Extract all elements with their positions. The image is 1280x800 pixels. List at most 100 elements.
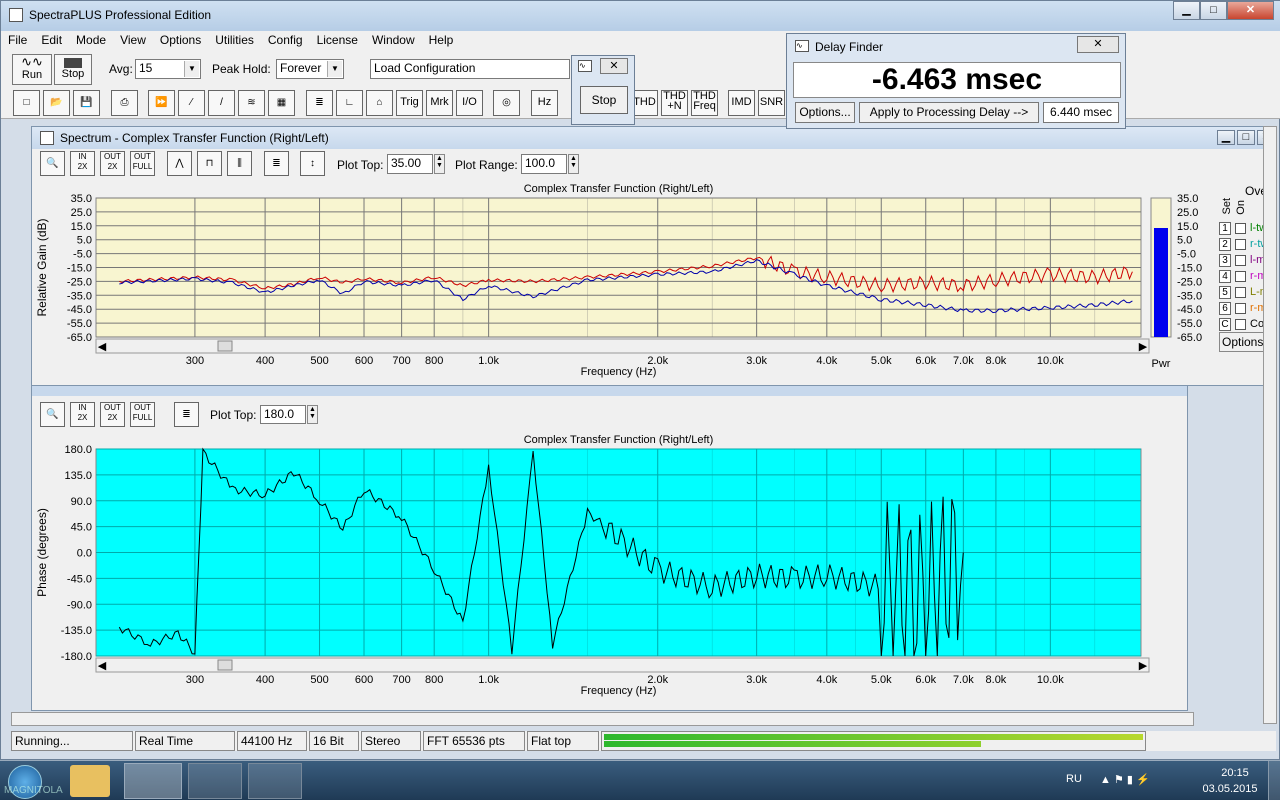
power-label: Pwr <box>1152 358 1171 370</box>
close-icon[interactable]: ✕ <box>1077 36 1119 53</box>
spectrum-ytick-label: -35.0 <box>67 290 92 302</box>
spectrum-chart-title: Complex Transfer Function (Right/Left) <box>524 183 714 195</box>
phase-xtick-label: 800 <box>425 674 443 686</box>
phase-scroll-thumb <box>217 659 233 671</box>
power-tick-label: -35.0 <box>1177 290 1202 302</box>
phase-xtick-label: 500 <box>310 674 328 686</box>
spectrum-xlabel: Frequency (Hz) <box>581 366 657 378</box>
power-bar-fill <box>1154 228 1168 337</box>
spectrum-xtick-label: 800 <box>425 355 443 367</box>
phase-xtick-label: 4.0k <box>816 674 837 686</box>
phase-scroll-left-icon: ◀ <box>98 660 107 672</box>
clock-time[interactable]: 20:15 <box>1205 767 1265 779</box>
spectrum-ytick-label: 35.0 <box>71 193 92 205</box>
phase-xtick-label: 400 <box>256 674 274 686</box>
processing-delay-value: 6.440 msec <box>1043 102 1119 123</box>
spectrum-ytick-label: -15.0 <box>67 263 92 275</box>
spectrum-ytick-label: -65.0 <box>67 332 92 344</box>
delay-finder-dialog: ∿ Delay Finder ✕ -6.463 msec Options... … <box>786 33 1126 129</box>
status-running: Running... <box>11 731 133 751</box>
power-tick-label: -55.0 <box>1177 318 1202 330</box>
spectrum-xtick-label: 7.0k <box>953 355 974 367</box>
clock-date[interactable]: 03.05.2015 <box>1200 783 1260 795</box>
phase-xtick-label: 3.0k <box>746 674 767 686</box>
power-tick-label: -5.0 <box>1177 249 1196 261</box>
taskbar: MAGNITOLA RU ▲ ⚑ ▮ ⚡ 20:15 03.05.2015 <box>0 760 1280 800</box>
spectrum-ytick-label: -55.0 <box>67 318 92 330</box>
power-tick-label: -25.0 <box>1177 276 1202 288</box>
phase-xtick-label: 6.0k <box>915 674 936 686</box>
phase-ytick-label: 135.0 <box>64 470 92 482</box>
power-tick-label: -45.0 <box>1177 304 1202 316</box>
phase-xlabel: Frequency (Hz) <box>581 685 657 697</box>
status-fft: FFT 65536 pts <box>423 731 525 751</box>
status-window: Flat top <box>527 731 599 751</box>
power-tick-label: -15.0 <box>1177 263 1202 275</box>
phase-ytick-label: 45.0 <box>71 522 92 534</box>
spectrum-xtick-label: 8.0k <box>986 355 1007 367</box>
spectrum-xtick-label: 3.0k <box>746 355 767 367</box>
phase-xtick-label: 1.0k <box>478 674 499 686</box>
phase-scrollbar <box>95 657 1150 673</box>
spectrum-xtick-label: 400 <box>256 355 274 367</box>
phase-xtick-label: 600 <box>355 674 373 686</box>
phase-ytick-label: 180.0 <box>64 444 92 456</box>
media-taskbar-button[interactable] <box>188 763 242 799</box>
phase-xtick-label: 5.0k <box>871 674 892 686</box>
level-meter-top <box>604 734 1143 740</box>
spectrum-xtick-label: 1.0k <box>478 355 499 367</box>
phase-ytick-label: 90.0 <box>71 496 92 508</box>
phase-xtick-label: 700 <box>392 674 410 686</box>
status-bar: Running... Real Time 44100 Hz 16 Bit Ste… <box>11 731 1276 751</box>
spectrum-xtick-label: 600 <box>355 355 373 367</box>
spectrum-xtick-label: 10.0k <box>1037 355 1064 367</box>
stop-dialog-button[interactable]: Stop <box>580 86 628 114</box>
spectrum-xtick-label: 4.0k <box>816 355 837 367</box>
spectrum-scroll-thumb <box>217 340 233 352</box>
status-rate: 44100 Hz <box>237 731 307 751</box>
spectrum-xtick-label: 500 <box>310 355 328 367</box>
level-meter <box>601 731 1146 751</box>
status-mode: Real Time <box>135 731 235 751</box>
power-tick-label: 35.0 <box>1177 193 1198 205</box>
main-horizontal-scrollbar[interactable] <box>11 712 1194 726</box>
paint-taskbar-button[interactable] <box>248 763 302 799</box>
phase-ylabel: Phase (degrees) <box>35 508 49 597</box>
spectrum-xtick-label: 6.0k <box>915 355 936 367</box>
watermark-text: MAGNITOLA <box>4 785 63 796</box>
phase-ytick-label: 0.0 <box>77 548 92 560</box>
power-tick-label: -65.0 <box>1177 332 1202 344</box>
phase-ytick-label: -135.0 <box>61 625 92 637</box>
phase-chart-title: Complex Transfer Function (Right/Left) <box>524 434 714 446</box>
spectrum-ylabel: Relative Gain (dB) <box>35 218 49 316</box>
spectrum-ytick-label: -25.0 <box>67 276 92 288</box>
language-indicator[interactable]: RU <box>1066 773 1082 785</box>
show-desktop-button[interactable] <box>1268 761 1280 800</box>
spectrum-scroll-left-icon: ◀ <box>98 341 107 353</box>
apply-to-processing-delay-button[interactable]: Apply to Processing Delay --> <box>859 102 1039 123</box>
spectraplus-taskbar-button[interactable] <box>124 763 182 799</box>
delay-value-display: -6.463 msec <box>793 62 1121 98</box>
phase-xtick-label: 8.0k <box>986 674 1007 686</box>
spectrum-ytick-label: -5.0 <box>73 249 92 261</box>
delay-finder-title: Delay Finder <box>815 40 884 54</box>
phase-ytick-label: -45.0 <box>67 573 92 585</box>
spectrum-ytick-label: -45.0 <box>67 304 92 316</box>
power-tick-label: 25.0 <box>1177 207 1198 219</box>
spectrum-ytick-label: 15.0 <box>71 221 92 233</box>
tray-icons[interactable]: ▲ ⚑ ▮ ⚡ <box>1100 773 1150 786</box>
phase-ytick-label: -90.0 <box>67 599 92 611</box>
power-tick-label: 15.0 <box>1177 221 1198 233</box>
spectrum-xtick-label: 5.0k <box>871 355 892 367</box>
spectrum-ytick-label: 25.0 <box>71 207 92 219</box>
level-meter-bottom <box>604 741 982 747</box>
main-vertical-scrollbar[interactable] <box>1263 126 1277 724</box>
delay-options-button[interactable]: Options... <box>795 102 855 123</box>
phase-scroll-right-icon: ▶ <box>1139 660 1148 672</box>
phase-xtick-label: 7.0k <box>953 674 974 686</box>
sine-icon: ∿ <box>578 60 592 72</box>
close-icon[interactable]: ✕ <box>600 58 628 74</box>
explorer-icon[interactable] <box>70 765 110 797</box>
sine-icon: ∿ <box>795 40 809 52</box>
spectrum-scroll-right-icon: ▶ <box>1139 341 1148 353</box>
